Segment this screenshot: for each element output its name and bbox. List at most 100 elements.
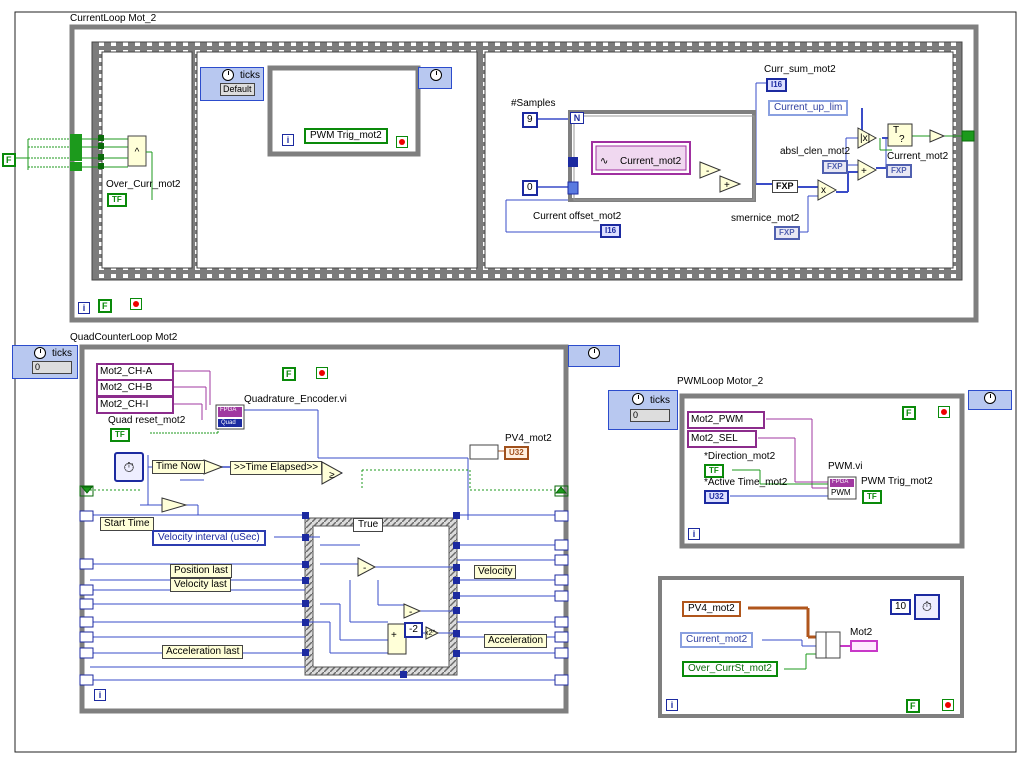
pwm-iteration-terminal: i: [688, 528, 700, 540]
loop-iteration-terminal: i: [78, 302, 90, 314]
over-curr-indicator: TF: [107, 193, 127, 207]
quad-iteration-terminal: i: [94, 689, 106, 701]
export-false-constant[interactable]: F: [906, 699, 920, 713]
export-stop-terminal: [942, 699, 954, 711]
smernice-label: smernice_mot2: [731, 213, 800, 224]
svg-text:-: -: [363, 563, 366, 574]
quad-false-constant[interactable]: F: [282, 367, 296, 381]
active-time-label: *Active Time_mot2: [704, 477, 788, 488]
svg-text:x: x: [821, 185, 826, 196]
svg-text:≥: ≥: [329, 470, 335, 481]
samples-constant[interactable]: 9: [522, 112, 538, 128]
quad-reset-label: Quad reset_mot2: [108, 415, 186, 426]
pwm-false-constant[interactable]: F: [902, 406, 916, 420]
active-time-control[interactable]: U32: [704, 490, 729, 504]
minus-two-constant[interactable]: -2: [404, 622, 423, 638]
current-local: Current_mot2: [680, 632, 754, 648]
bundle-node: [815, 631, 841, 659]
absl-clen-indicator: FXP: [822, 160, 848, 174]
current-offset-label: Current offset_mot2: [533, 211, 622, 222]
current-out-label: Current_mot2: [887, 151, 949, 162]
over-currst-local: Over_CurrSt_mot2: [682, 661, 778, 677]
absl-clen-label: absl_clen_mot2: [780, 146, 851, 157]
quad-stop-terminal: [316, 367, 328, 379]
velocity-interval-local: Velocity interval (uSec): [152, 530, 266, 546]
pv4-indicator: U32: [504, 446, 529, 460]
ch-b-io[interactable]: Mot2_CH-B: [96, 379, 174, 397]
current-up-lim-local: Current_up_lim: [768, 100, 849, 116]
svg-text:-: -: [409, 607, 412, 618]
clock-icon: [34, 347, 46, 359]
quad-ticks-value[interactable]: 0: [32, 361, 72, 374]
acceleration-last-label: Acceleration last: [162, 645, 244, 659]
acceleration-label: Acceleration: [484, 634, 548, 648]
pv4-local: PV4_mot2: [682, 601, 741, 617]
clock-icon: [984, 392, 996, 404]
svg-text:+: +: [861, 166, 867, 177]
current-io-label: Current_mot2: [620, 156, 682, 167]
pwm-stop-terminal: [938, 406, 950, 418]
pwm-ticks-value[interactable]: 0: [630, 409, 670, 422]
loop-stop-terminal: [130, 298, 142, 310]
over-curr-label: Over_Curr_mot2: [106, 179, 181, 190]
svg-text:+: +: [391, 630, 397, 641]
clock-icon: [222, 69, 234, 81]
svg-text:^: ^: [135, 147, 140, 158]
export-iteration-terminal: i: [666, 699, 678, 711]
loop-false-constant[interactable]: F: [98, 299, 112, 313]
ch-i-io[interactable]: Mot2_CH-I: [96, 396, 174, 414]
scale-node-label: x2^: [425, 630, 436, 637]
fxp-convert-node: FXP: [772, 180, 798, 193]
stop-terminal: [396, 136, 408, 148]
encoder-fpga-text: FPGA: [220, 407, 237, 413]
pwm-trig-indicator: TF: [862, 490, 882, 504]
clock-icon: [588, 347, 600, 359]
offset-zero-constant[interactable]: 0: [522, 180, 538, 196]
pwm-ticks-label: ticks: [650, 395, 670, 406]
curr-sum-indicator: I16: [766, 78, 788, 92]
quad-loop-title: QuadCounterLoop Mot2: [70, 332, 178, 343]
clock-icon: [430, 69, 442, 81]
mot2-label: Mot2: [850, 627, 873, 638]
svg-text:|x|: |x|: [860, 133, 870, 144]
svg-text:+: +: [724, 180, 730, 191]
svg-text:-: -: [706, 166, 709, 177]
time-elapsed-node: >>Time Elapsed>>: [230, 461, 323, 475]
mot2-indicator: [850, 640, 878, 652]
pwm-fpga-text: FPGA: [832, 479, 849, 485]
svg-text:?: ?: [899, 134, 905, 145]
current-out-indicator: FXP: [886, 164, 912, 178]
samples-label: #Samples: [511, 98, 556, 109]
pwm-loop-title: PWMLoop Motor_2: [677, 376, 764, 387]
ten-constant[interactable]: 10: [890, 599, 912, 615]
count-terminal: N: [570, 112, 584, 124]
pwm-io[interactable]: Mot2_PWM: [687, 411, 765, 429]
sel-io[interactable]: Mot2_SEL: [687, 430, 757, 448]
smernice-indicator: FXP: [774, 226, 800, 240]
pwm-vi-label: PWM.vi: [828, 461, 863, 472]
direction-control[interactable]: TF: [704, 464, 724, 478]
ticks-unit-default[interactable]: Default: [220, 83, 255, 96]
pv4-label: PV4_mot2: [505, 433, 552, 444]
encoder-vi-label: Quadrature_Encoder.vi: [244, 394, 347, 405]
current-loop-title: CurrentLoop Mot_2: [70, 13, 157, 24]
curr-sum-label: Curr_sum_mot2: [764, 64, 836, 75]
ticks-label: ticks: [240, 70, 260, 81]
false-constant[interactable]: F: [2, 153, 16, 167]
start-time-label: Start Time: [100, 517, 154, 531]
wave-icon: ∿: [600, 156, 609, 167]
quad-reset-control[interactable]: TF: [110, 428, 130, 442]
quad-ticks-label: ticks: [52, 348, 72, 359]
time-now-node: Time Now: [152, 460, 205, 474]
case-selector[interactable]: True: [353, 518, 384, 532]
velocity-label: Velocity: [474, 565, 517, 579]
position-last-label: Position last: [170, 564, 232, 578]
pwm-trig-label: PWM Trig_mot2: [861, 476, 933, 487]
pwm-trig-local: PWM Trig_mot2: [304, 128, 388, 144]
iteration-terminal: i: [282, 134, 294, 146]
current-offset-indicator: I16: [600, 224, 622, 238]
tick-count-icon: ⏱: [114, 452, 144, 482]
encoder-quad-text: Quad: [221, 420, 236, 426]
pwm-vi-text: PWM: [831, 488, 851, 497]
clock-icon: [632, 393, 644, 405]
